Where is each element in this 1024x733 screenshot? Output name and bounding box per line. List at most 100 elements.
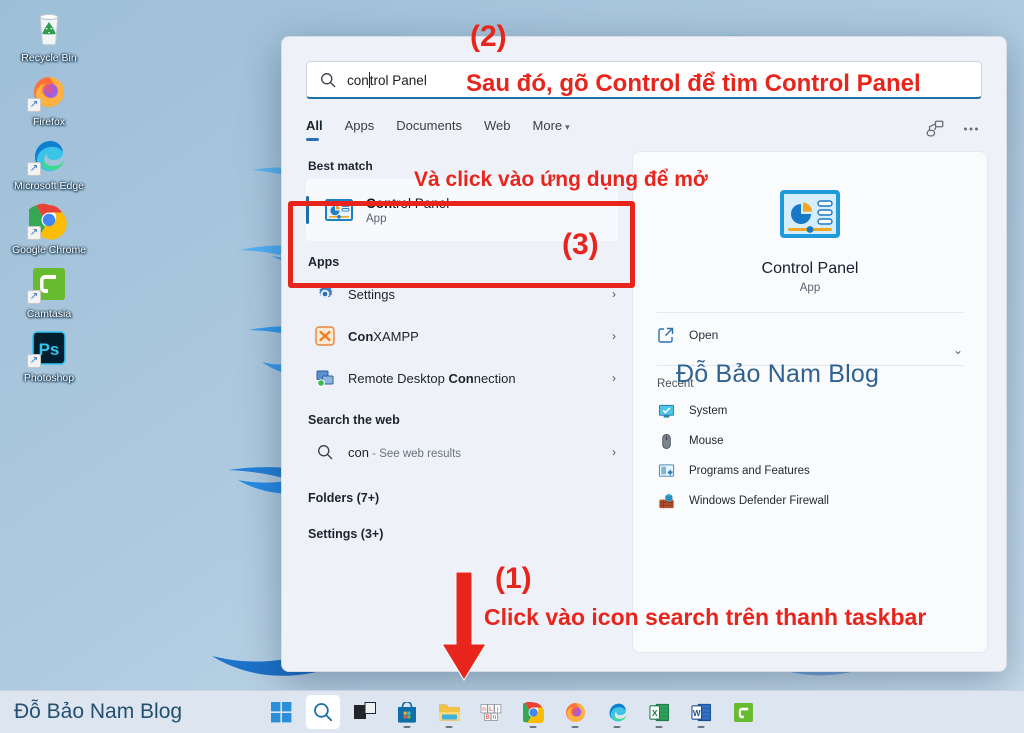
settings-heading[interactable]: Settings (3+) <box>308 527 626 541</box>
excel-button[interactable]: X <box>642 695 676 729</box>
desktop: Recycle Bin ↗ Firefox ↗ Microsoft Edge ↗… <box>0 0 1024 733</box>
unikey-icon: n L ị B n <box>480 704 502 721</box>
file-explorer-button[interactable] <box>432 695 466 729</box>
chevron-right-icon[interactable]: › <box>612 329 616 343</box>
desktop-icon-google-chrome[interactable]: ↗ Google Chrome <box>6 198 92 256</box>
magnifier-icon <box>321 72 336 87</box>
open-label: Open <box>689 328 719 342</box>
desktop-icon-label: Photoshop <box>23 372 75 384</box>
svg-text:ị: ị <box>497 706 498 713</box>
folders-heading[interactable]: Folders (7+) <box>308 491 626 505</box>
result-remote-desktop-connection[interactable]: Remote Desktop Connection › <box>306 357 626 399</box>
watermark-preview: Đỗ Bảo Nam Blog <box>676 360 880 388</box>
tab-more[interactable]: More ▾ <box>533 118 570 141</box>
desktop-icon-list: Recycle Bin ↗ Firefox ↗ Microsoft Edge ↗… <box>6 6 92 390</box>
ellipsis-icon[interactable] <box>960 118 982 140</box>
desktop-icon-label: Recycle Bin <box>21 52 77 64</box>
tab-web[interactable]: Web <box>484 118 511 141</box>
taskbar-watermark: Đỗ Bảo Nam Blog <box>14 700 183 723</box>
result-match-prefix: Con <box>348 328 374 344</box>
desktop-icon-label: Google Chrome <box>11 244 87 256</box>
excel-icon: X <box>648 703 669 721</box>
result-match-prefix: Con <box>448 370 474 386</box>
recent-item-system[interactable]: System <box>651 396 969 426</box>
svg-text:X: X <box>651 707 657 717</box>
chrome-button[interactable] <box>516 695 550 729</box>
selection-accent-bar <box>306 196 309 224</box>
search-input[interactable]: control Panel <box>306 61 982 99</box>
recent-label: Windows Defender Firewall <box>689 495 829 507</box>
tab-all[interactable]: All <box>306 118 323 141</box>
chevron-right-icon[interactable]: › <box>612 445 616 459</box>
edge-icon: ↗ <box>27 134 71 178</box>
web-suffix-text: - See web results <box>368 447 462 460</box>
chevron-down-icon[interactable]: ⌄ <box>953 343 963 357</box>
recent-label: Mouse <box>689 435 724 447</box>
tab-documents[interactable]: Documents <box>396 118 462 141</box>
programs-features-icon <box>657 462 675 480</box>
firewall-icon <box>657 492 675 510</box>
settings-gear-icon <box>314 283 336 305</box>
recent-item-windows-defender-firewall[interactable]: Windows Defender Firewall <box>651 486 969 516</box>
desktop-icon-firefox[interactable]: ↗ Firefox <box>6 70 92 128</box>
control-panel-icon <box>324 195 354 225</box>
running-indicator <box>403 725 411 728</box>
recent-item-mouse[interactable]: Mouse <box>651 426 969 456</box>
recent-item-programs-and-features[interactable]: Programs and Features <box>651 456 969 486</box>
shortcut-arrow-icon: ↗ <box>27 290 41 304</box>
unikey-button[interactable]: n L ị B n <box>474 695 508 729</box>
running-indicator <box>529 725 537 728</box>
start-button[interactable] <box>264 695 298 729</box>
recent-label: Programs and Features <box>689 465 810 477</box>
recycle-bin-icon <box>27 6 71 50</box>
shortcut-arrow-icon: ↗ <box>27 226 41 240</box>
search-text-before-caret: con <box>347 72 369 88</box>
windows-search-flyout: control Panel All Apps Documents Web Mor… <box>281 36 1007 672</box>
camtasia-button[interactable] <box>726 695 760 729</box>
chrome-icon: ↗ <box>27 198 71 242</box>
xampp-icon <box>314 325 336 347</box>
search-the-web-heading: Search the web <box>308 413 400 427</box>
result-label-rest: XAMPP <box>373 328 423 344</box>
desktop-icon-photoshop[interactable]: Ps ↗ Photoshop <box>6 326 92 384</box>
task-view-button[interactable] <box>348 695 382 729</box>
result-settings[interactable]: Settings › <box>306 273 626 315</box>
desktop-icon-recycle-bin[interactable]: Recycle Bin <box>6 6 92 64</box>
open-action-row[interactable]: Open ⌄ <box>651 313 969 357</box>
system-monitor-icon <box>657 402 675 420</box>
desktop-icon-microsoft-edge[interactable]: ↗ Microsoft Edge <box>6 134 92 192</box>
word-button[interactable]: W <box>684 695 718 729</box>
result-xampp-control-panel[interactable]: ConXAMPP › <box>306 315 626 357</box>
result-label: Remote Desktop Connection <box>348 371 612 386</box>
app-preview-pane: Control Panel App Open ⌄ Recent System M… <box>632 151 988 653</box>
result-best-match-control-panel[interactable]: Control Panel App <box>306 179 618 241</box>
result-title-match: Con <box>366 196 393 211</box>
preview-app-title: Control Panel <box>761 260 859 277</box>
taskbar: Đỗ Bảo Nam Blog n L ị B n X W <box>0 690 1024 733</box>
tab-label: Apps <box>344 117 375 133</box>
chevron-right-icon[interactable]: › <box>612 287 616 301</box>
firefox-button[interactable] <box>558 695 592 729</box>
desktop-icon-label: Camtasia <box>26 308 72 320</box>
taskbar-buttons: n L ị B n X W <box>264 695 760 729</box>
apps-heading: Apps <box>308 255 340 269</box>
chevron-right-icon[interactable]: › <box>612 371 616 385</box>
edge-button[interactable] <box>600 695 634 729</box>
result-title-rest: trol Panel <box>392 196 450 211</box>
windows-logo-icon <box>270 701 291 722</box>
result-web-search[interactable]: con - See web results › <box>306 431 626 473</box>
running-indicator <box>613 725 621 728</box>
control-panel-icon <box>779 188 841 244</box>
microsoft-store-button[interactable] <box>390 695 424 729</box>
search-button[interactable] <box>306 695 340 729</box>
tab-label: Web <box>484 117 511 133</box>
camtasia-icon: ↗ <box>27 262 71 306</box>
share-nodes-icon[interactable] <box>924 118 946 140</box>
result-label: Settings <box>348 286 395 302</box>
preview-app-subtitle: App <box>799 282 821 294</box>
annotation-down-arrow <box>441 572 487 681</box>
desktop-icon-camtasia[interactable]: ↗ Camtasia <box>6 262 92 320</box>
tab-apps[interactable]: Apps <box>345 118 375 141</box>
running-indicator <box>445 725 453 728</box>
shortcut-arrow-icon: ↗ <box>27 162 41 176</box>
